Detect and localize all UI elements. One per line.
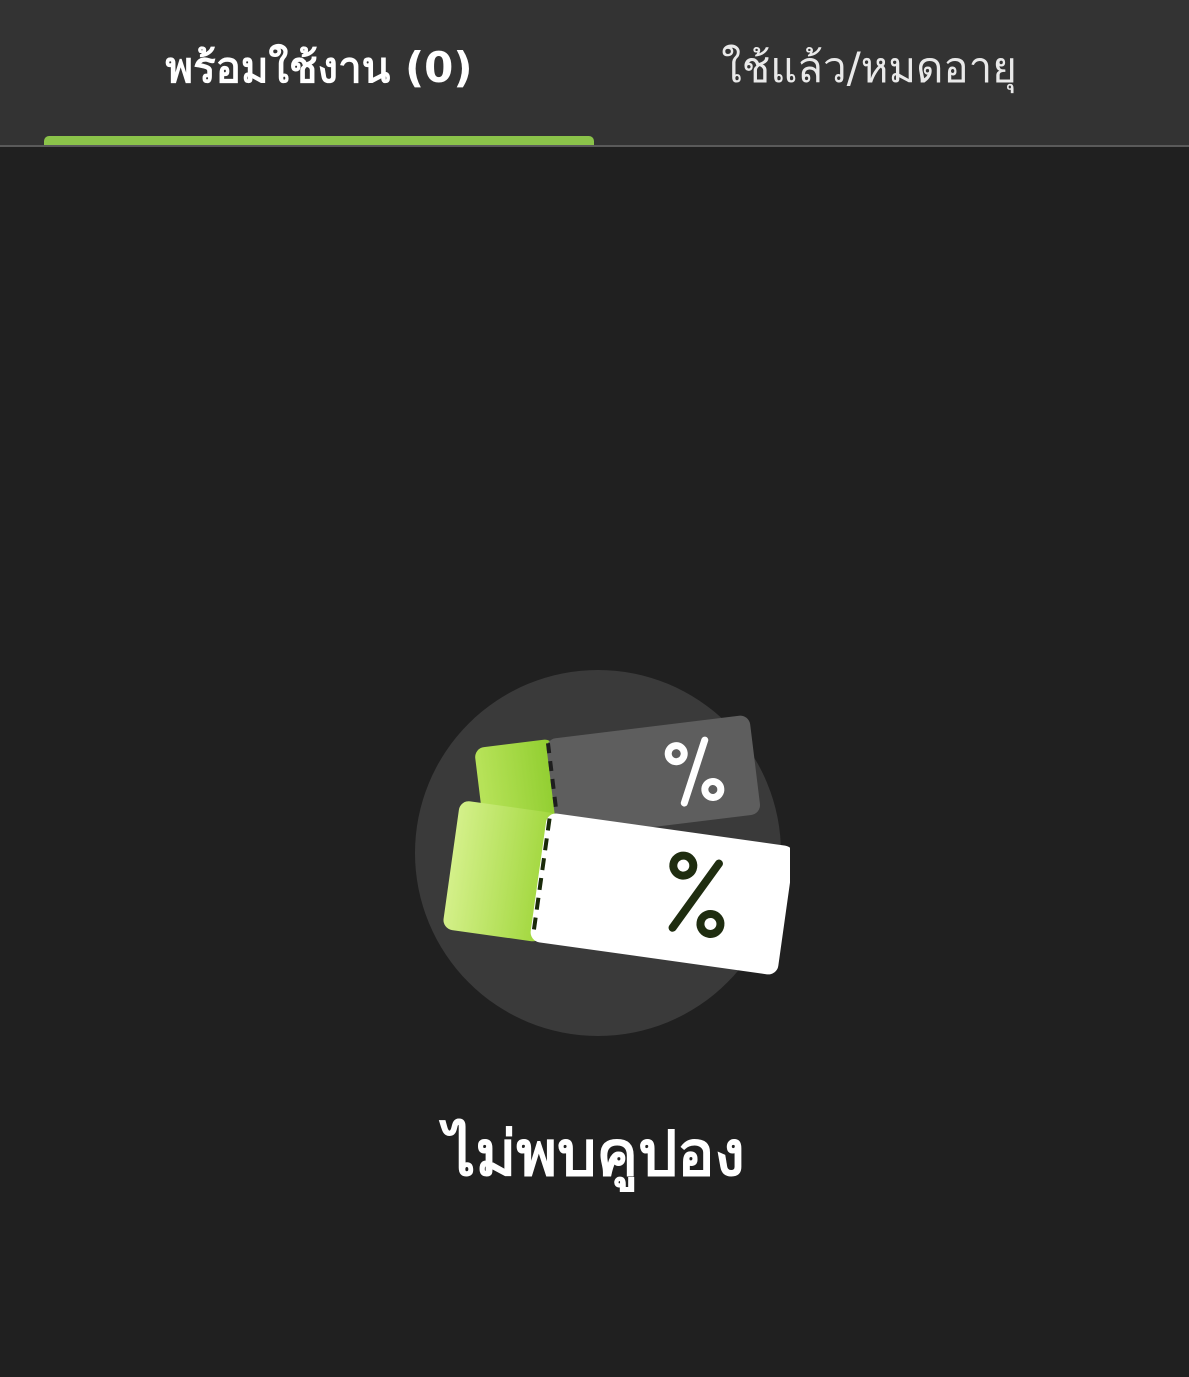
tab-used-expired-label: ใช้แล้ว/หมดอายุ xyxy=(721,42,1017,92)
coupons-screen: พร้อมใช้งาน (0) ใช้แล้ว/หมดอายุ ไม่พบคูป… xyxy=(0,0,1189,1377)
tab-bar: พร้อมใช้งาน (0) ใช้แล้ว/หมดอายุ xyxy=(0,0,1189,147)
tab-used-expired[interactable]: ใช้แล้ว/หมดอายุ xyxy=(594,0,1144,145)
coupon-ticket-icon xyxy=(410,665,794,1045)
empty-state-message: ไม่พบคูปอง xyxy=(444,1117,745,1190)
tab-available-label: พร้อมใช้งาน (0) xyxy=(165,42,473,92)
tab-available[interactable]: พร้อมใช้งาน (0) xyxy=(44,0,594,145)
active-tab-indicator xyxy=(44,136,594,145)
